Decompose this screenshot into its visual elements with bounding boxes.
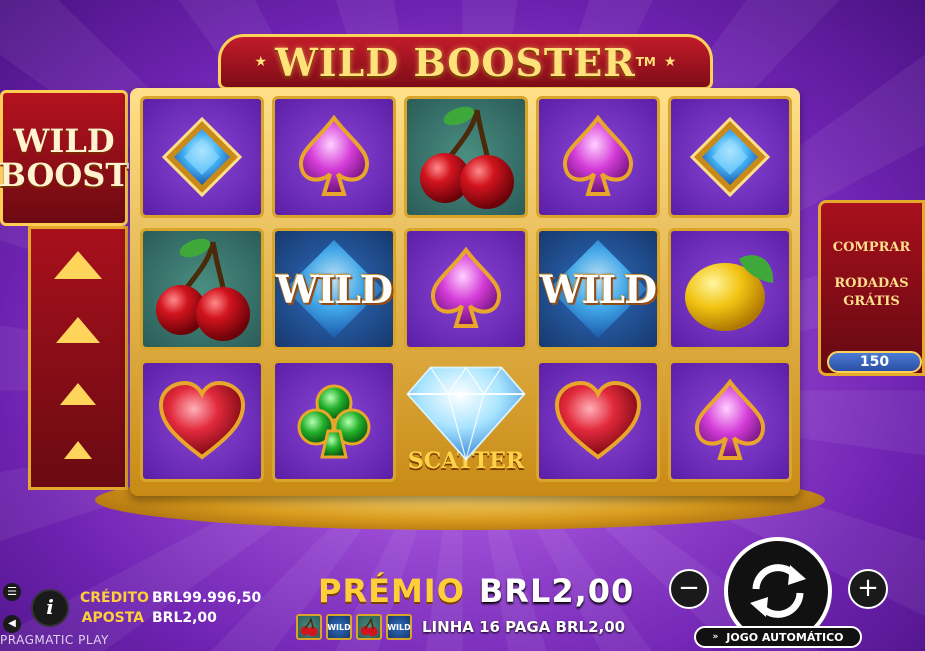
mini-wild-symbol: WILD	[386, 614, 412, 640]
lemon-symbol	[671, 231, 789, 347]
reel-cell	[536, 96, 660, 218]
bet-value: BRL2,00	[152, 610, 217, 626]
wild-boost-line1: WILD	[13, 122, 115, 160]
reel-cell	[404, 228, 528, 350]
autoplay-button[interactable]: » JOGO AUTOMÁTICO	[694, 626, 862, 648]
provider-logo: PRAGMATIC PLAY	[0, 633, 109, 647]
prize-display: PRÉMIO BRL2,00	[318, 572, 634, 610]
sound-button[interactable]: ◀	[3, 615, 21, 633]
buy-free-spins-button[interactable]: COMPRAR RODADAS GRÁTIS 150	[818, 200, 925, 376]
reel-cell	[140, 360, 264, 482]
buy-label: COMPRAR	[832, 240, 911, 255]
wild-label: WILD	[539, 266, 657, 312]
reel-cell: SCATTER	[404, 360, 528, 482]
heart-red-symbol	[539, 363, 657, 479]
balance-panel: CRÉDITO BRL99.996,50 APOSTA BRL2,00	[80, 588, 261, 628]
line-payout-text: LINHA 16 PAGA BRL2,00	[422, 618, 626, 636]
wild-boost-badge: WILD BOOST	[0, 90, 130, 226]
wild-label: WILD	[275, 266, 393, 312]
credit-label: CRÉDITO	[80, 590, 149, 606]
prize-label: PRÉMIO	[318, 572, 465, 610]
spade-pink-symbol	[275, 99, 393, 215]
prize-value: BRL2,00	[478, 572, 635, 610]
spade-pink-symbol	[671, 363, 789, 479]
diamond-gem-symbol	[671, 99, 789, 215]
reel-cell	[668, 96, 792, 218]
boost-arrow-icon	[64, 441, 92, 459]
reel-cell: WILD	[272, 228, 396, 350]
winning-line-symbols: WILD WILD	[296, 614, 416, 640]
wild-symbol: WILD	[275, 231, 393, 347]
club-green-symbol	[275, 363, 393, 479]
reel-cell	[272, 96, 396, 218]
reel-cell: WILD	[536, 228, 660, 350]
reel-cell	[140, 228, 264, 350]
wild-symbol: WILD	[539, 231, 657, 347]
bet-label: APOSTA	[81, 610, 144, 626]
autoplay-label: JOGO AUTOMÁTICO	[726, 630, 844, 644]
star-icon: ★	[663, 54, 677, 70]
info-button[interactable]: i	[31, 589, 69, 627]
free-spins-label-2: GRÁTIS	[843, 294, 900, 309]
game-title: WILD BOOSTER	[275, 39, 636, 85]
boost-arrow-icon	[54, 251, 102, 279]
mini-cherry-symbol	[296, 614, 322, 640]
cherry-symbol	[143, 231, 261, 347]
reel-cell	[404, 96, 528, 218]
mini-wild-symbol: WILD	[326, 614, 352, 640]
reel-cell	[272, 360, 396, 482]
mini-cherry-symbol	[356, 614, 382, 640]
wild-boost-panel: WILD BOOST	[0, 90, 130, 490]
star-icon: ★	[254, 54, 268, 70]
buy-price: 150	[827, 351, 922, 373]
heart-red-symbol	[143, 363, 261, 479]
diamond-gem-symbol	[143, 99, 261, 215]
cherry-symbol	[407, 99, 525, 215]
reel-cell	[536, 360, 660, 482]
spade-pink-symbol	[407, 231, 525, 347]
credit-value: BRL99.996,50	[152, 590, 262, 606]
trademark-mark: TM	[635, 55, 656, 69]
scatter-symbol	[404, 350, 528, 482]
spade-pink-symbol	[539, 99, 657, 215]
decrease-bet-button[interactable]: −	[669, 569, 709, 609]
boost-arrow-icon	[56, 317, 100, 343]
menu-button[interactable]: ☰	[3, 583, 21, 601]
spin-icon	[750, 564, 806, 618]
wild-boost-line2: BOOST	[0, 156, 130, 194]
free-spins-label-1: RODADAS	[834, 276, 909, 291]
reel-cell	[140, 96, 264, 218]
boost-arrow-icon	[60, 383, 96, 405]
reel-cell	[668, 360, 792, 482]
menu-icon: ☰	[7, 585, 17, 598]
game-title-banner: ★ WILD BOOSTER TM ★	[218, 34, 713, 90]
increase-bet-button[interactable]: +	[848, 569, 888, 609]
boost-meter	[28, 226, 128, 490]
fast-forward-icon: »	[712, 632, 719, 642]
speaker-icon: ◀	[8, 618, 16, 629]
winning-line-info: WILD WILD LINHA 16 PAGA BRL2,00	[296, 613, 625, 641]
reel-cell	[668, 228, 792, 350]
